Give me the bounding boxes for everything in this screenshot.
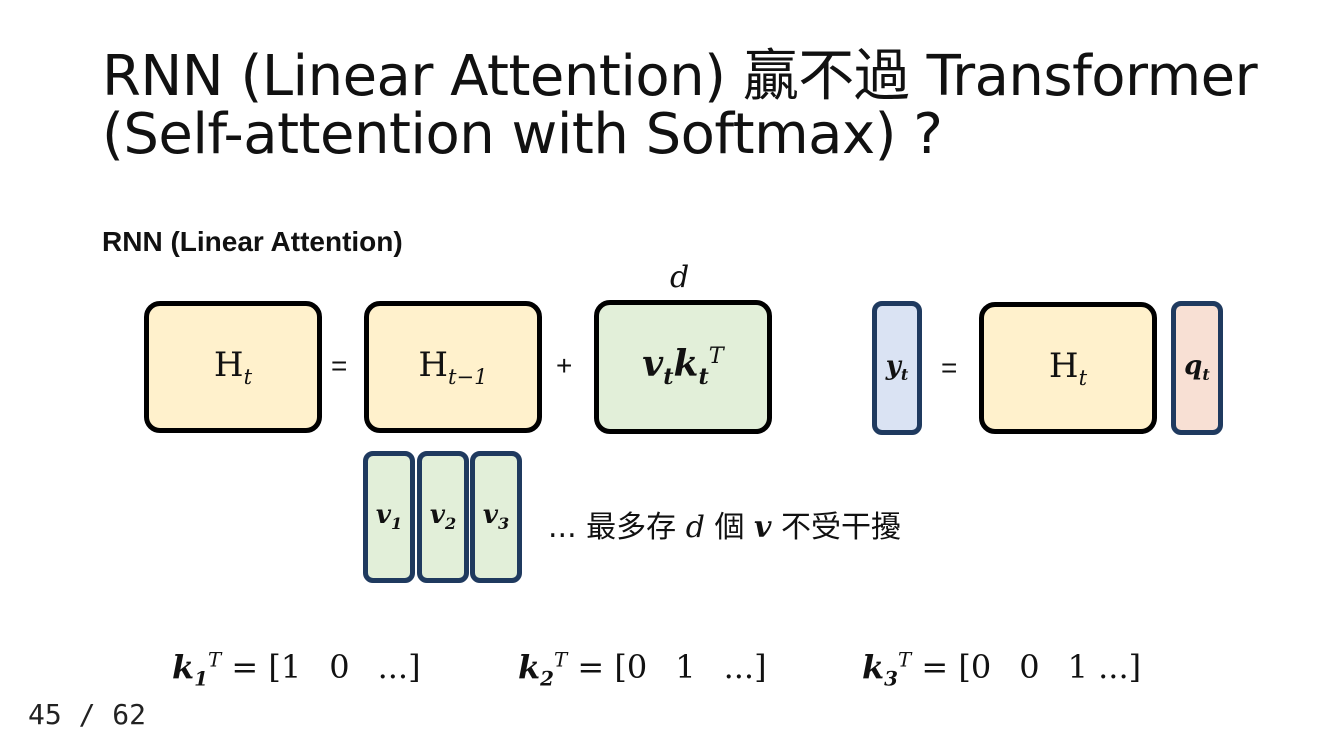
key-equation-k2: k2T = [0 1...] — [518, 648, 767, 691]
section-subtitle: RNN (Linear Attention) — [102, 226, 403, 257]
note-d: d — [685, 510, 705, 545]
note-prefix: ... 最多存 — [548, 510, 677, 545]
stored-vector-v3: v3 — [470, 451, 522, 583]
slide-title-line2: (Self-attention with Softmax) ? — [102, 102, 943, 167]
note-suffix: 不受干擾 — [781, 510, 901, 545]
query-qt-label: qt — [1184, 351, 1210, 385]
update-box-vk: vtktT — [594, 300, 772, 434]
note-v: v — [754, 510, 772, 545]
equals-sign-2: = — [941, 352, 958, 383]
capacity-note: ... 最多存 d 個 v 不受干擾 — [548, 502, 901, 546]
slide-title-line1: RNN (Linear Attention) 贏不過 Transformer — [102, 44, 1258, 109]
key-equation-k3: k3T = [0 0 1 ...] — [862, 648, 1142, 691]
v1-label: v1 — [375, 500, 403, 534]
v2-label: v2 — [429, 500, 457, 534]
stored-vector-v2: v2 — [417, 451, 469, 583]
update-vk-label: vtktT — [642, 343, 724, 391]
page-number: 45 / 62 — [28, 698, 147, 731]
output-vector-yt: yt — [872, 301, 922, 435]
query-vector-qt: qt — [1171, 301, 1223, 435]
equals-sign-1: = — [331, 350, 348, 381]
state-ht-2-label: Ht — [1048, 346, 1088, 390]
state-box-ht: Ht — [144, 301, 322, 433]
output-yt-label: yt — [885, 351, 909, 385]
stored-vector-v1: v1 — [363, 451, 415, 583]
dimension-d-label: d — [670, 260, 690, 295]
key-equation-k1: k1T = [1 0...] — [172, 648, 421, 691]
state-ht-label: Ht — [213, 345, 253, 389]
state-ht-minus-1-label: Ht−1 — [418, 345, 488, 389]
note-mid: 個 — [714, 510, 745, 545]
state-box-ht-2: Ht — [979, 302, 1157, 434]
slide-title: RNN (Linear Attention) 贏不過 Transformer (… — [102, 44, 1258, 167]
v3-label: v3 — [482, 500, 510, 534]
state-box-ht-minus-1: Ht−1 — [364, 301, 542, 433]
plus-sign: + — [556, 350, 573, 381]
